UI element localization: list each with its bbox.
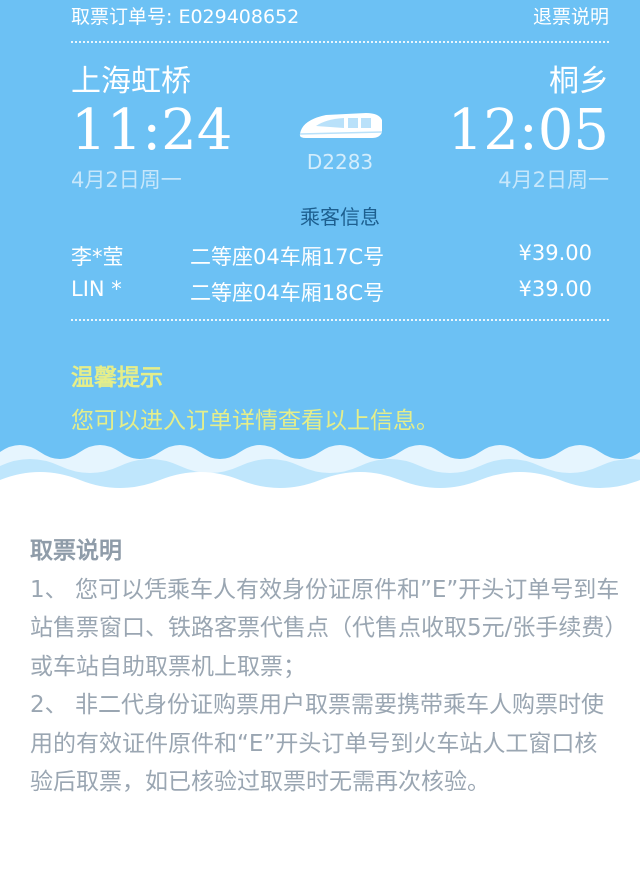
passenger-price: ¥39.00 (518, 241, 592, 265)
passenger-name: LIN * (71, 277, 122, 301)
passenger-row: 李*莹 二等座04车厢17C号 ¥39.00 (71, 241, 609, 271)
ticket-header: 取票订单号: E029408652 退票说明 (71, 2, 609, 28)
divider (71, 41, 609, 43)
instructions-title: 取票说明 (30, 538, 122, 564)
passenger-name: 李*莹 (71, 245, 124, 269)
passenger-price: ¥39.00 (518, 277, 592, 301)
departure-station: 上海虹桥 (71, 64, 191, 99)
passenger-seat: 二等座04车厢17C号 (190, 245, 385, 269)
instruction-item: 1、 您可以凭乘车人有效身份证原件和”E”开头订单号到车站售票窗口、铁路客票代售… (30, 576, 620, 680)
passenger-row: LIN * 二等座04车厢18C号 ¥39.00 (71, 277, 609, 307)
train-number: D2283 (306, 150, 374, 174)
tip-title: 温馨提示 (71, 365, 163, 391)
pickup-instructions: 取票说明 1、 您可以凭乘车人有效身份证原件和”E”开头订单号到车站售票窗口、铁… (30, 532, 620, 802)
order-number: 取票订单号: E029408652 (71, 6, 300, 28)
divider (71, 319, 609, 321)
arrival-station: 桐乡 (549, 64, 609, 99)
instruction-item: 2、 非二代身份证购票用户取票需要携带乘车人购票时使用的有效证件原件和“E”开头… (30, 692, 604, 795)
refund-instructions-link[interactable]: 退票说明 (533, 2, 609, 29)
wave-decoration (0, 445, 640, 500)
arrival-time: 12:05 (447, 98, 609, 163)
train-icon (299, 113, 383, 138)
passenger-seat: 二等座04车厢18C号 (190, 281, 385, 305)
departure-time: 11:24 (71, 98, 233, 163)
passenger-info-title: 乘客信息 (300, 205, 380, 229)
ticket-card: 取票订单号: E029408652 退票说明 上海虹桥 桐乡 11:24 12:… (0, 0, 640, 470)
arrival-date: 4月2日周一 (498, 168, 609, 192)
departure-date: 4月2日周一 (71, 168, 182, 192)
